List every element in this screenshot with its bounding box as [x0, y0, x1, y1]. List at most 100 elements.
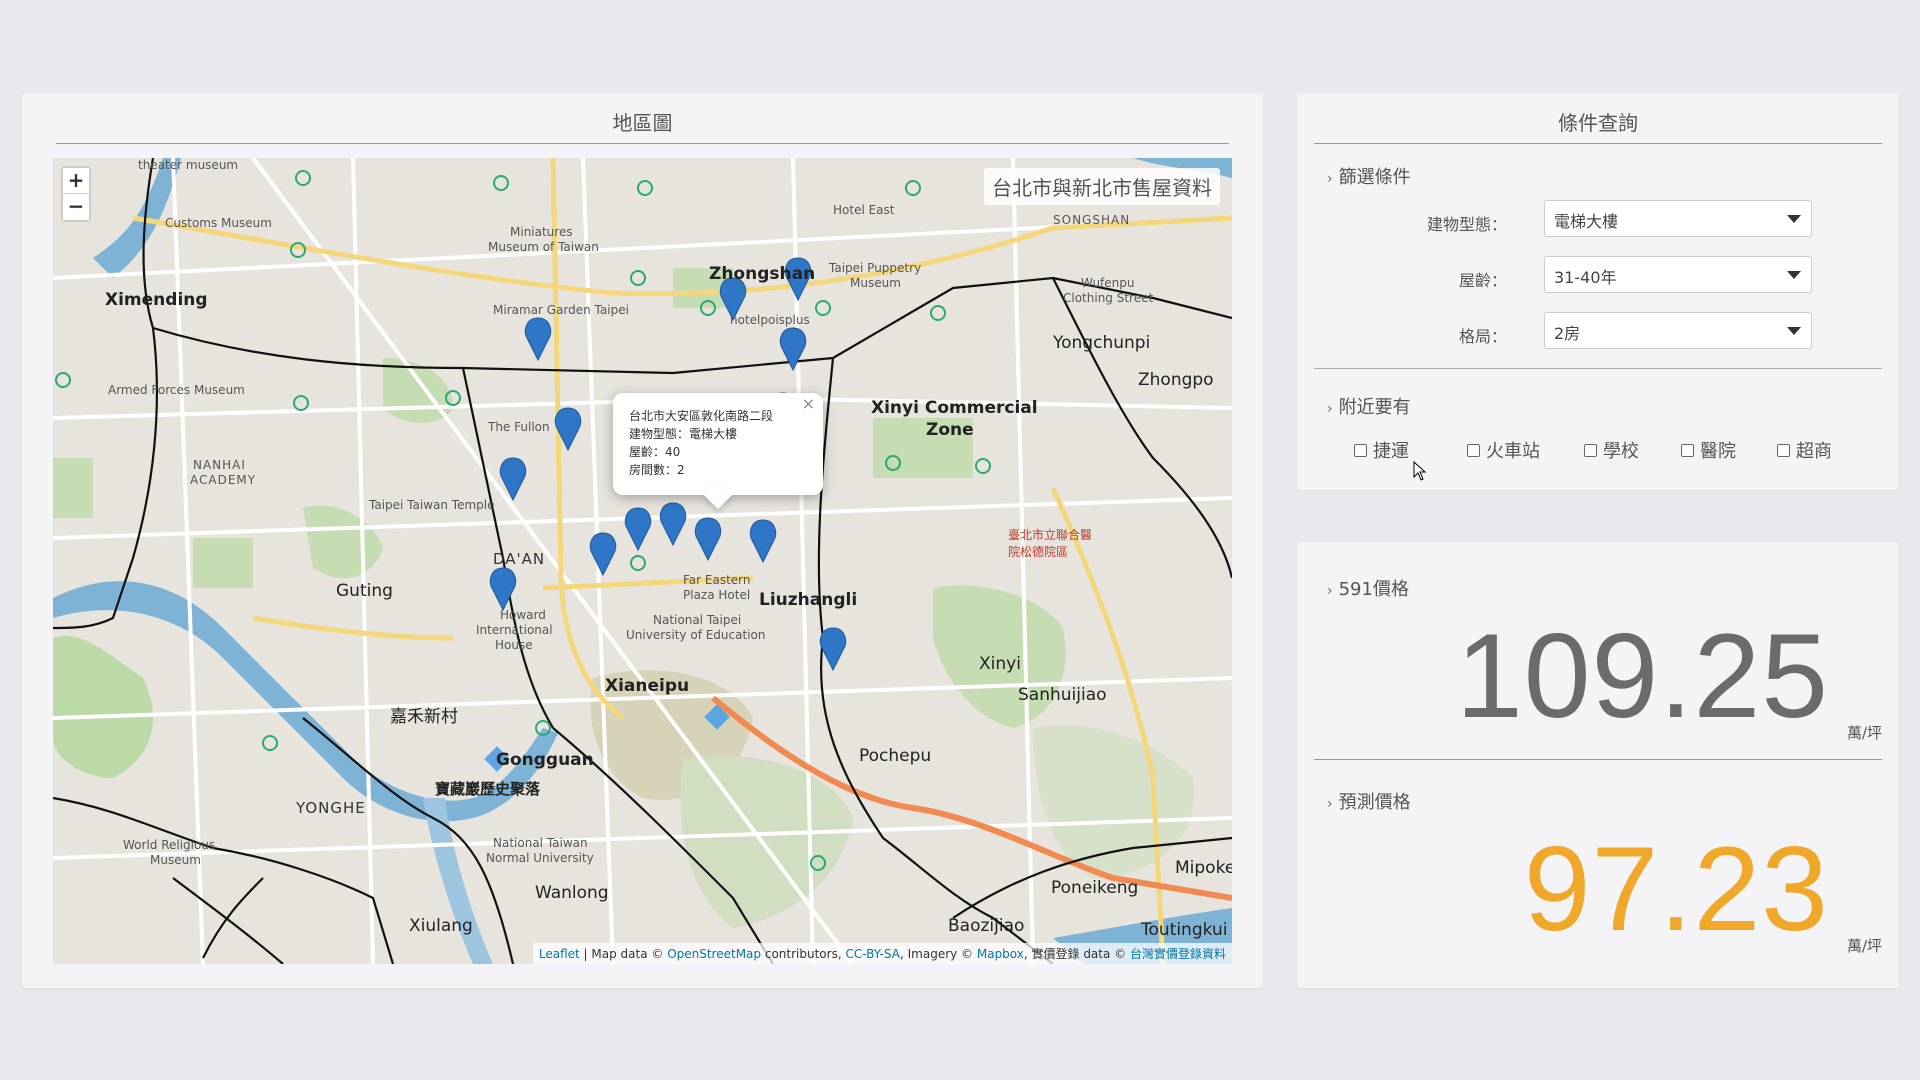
map-panel-title: 地區圖 [612, 111, 673, 135]
map-label-taipei-temple: Taipei Taiwan Temple [369, 498, 495, 512]
popup-address: 台北市大安區敦化南路二段 [629, 409, 774, 423]
map-label-xiulang: Xiulang [409, 916, 473, 936]
popup-close-button[interactable]: × [802, 395, 815, 413]
checkbox-school[interactable]: 學校 [1584, 437, 1639, 463]
checkbox-school-label: 學校 [1603, 441, 1639, 462]
map-label-baozijiao: Baozijiao [948, 916, 1025, 936]
attribution-text3: , Imagery © [899, 947, 977, 961]
chevron-right-icon: › [1327, 401, 1333, 417]
checkbox-box[interactable] [1354, 444, 1367, 457]
source-link[interactable]: 台灣實價登錄資料 [1130, 947, 1226, 961]
nearby-section-label: 附近要有 [1338, 397, 1411, 418]
checkbox-convenience-store[interactable]: 超商 [1777, 437, 1832, 463]
zoom-in-button[interactable]: + [63, 168, 89, 194]
map-label-hotelpoisplus: hotelpoisplus [730, 313, 810, 327]
checkbox-hospital-label: 醫院 [1700, 441, 1736, 462]
dropdown-caret-icon [1787, 215, 1801, 223]
price591-label: 591價格 [1338, 579, 1409, 600]
house-age-select[interactable]: 31-40年 [1544, 256, 1812, 293]
map-label-ntue1: National Taipei [653, 613, 742, 627]
predict-value: 97.23 [1523, 822, 1829, 956]
map-label-academy: ACADEMY [190, 473, 257, 487]
query-panel: 條件查詢 › 篩選條件 建物型態： 電梯大樓 屋齡： 31-40年 格局： 2房 … [1297, 93, 1899, 490]
nearby-section-head[interactable]: › 附近要有 [1327, 393, 1411, 419]
map-label-miniatures: Miniatures [510, 225, 573, 239]
map-label-wufenpu: Wufenpu [1081, 276, 1135, 290]
popup-type: 建物型態：電梯大樓 [629, 427, 738, 441]
house-age-label: 屋齡： [1458, 271, 1507, 290]
map-label-theater: theater museum [138, 158, 239, 172]
building-type-select[interactable]: 電梯大樓 [1544, 200, 1812, 237]
chevron-right-icon: › [1327, 583, 1333, 599]
leaflet-link[interactable]: Leaflet [539, 947, 580, 961]
osm-link[interactable]: OpenStreetMap [667, 947, 761, 961]
map-label-nanhai: NANHAI [193, 458, 246, 472]
map-label-fareastern: Far Eastern [683, 573, 751, 587]
checkbox-store-label: 超商 [1796, 441, 1832, 462]
map-view[interactable]: theater museum Customs Museum Ximending … [53, 158, 1232, 964]
map-panel: 地區圖 theater museum Customs Museum Ximend… [22, 93, 1263, 988]
checkbox-train-station[interactable]: 火車站 [1467, 437, 1540, 463]
filter-section-head[interactable]: › 篩選條件 [1327, 163, 1411, 189]
building-type-label: 建物型態： [1426, 215, 1507, 234]
dropdown-caret-icon [1787, 271, 1801, 279]
map-label-xinyi-commercial: Xinyi Commercial [871, 398, 1038, 418]
checkbox-train-label: 火車站 [1486, 441, 1540, 462]
checkbox-box[interactable] [1584, 444, 1597, 457]
checkbox-mrt[interactable]: 捷運 [1354, 437, 1427, 481]
map-label-howard2: International [476, 623, 553, 637]
map-basemap [53, 158, 1232, 964]
listing-popup: × 台北市大安區敦化南路二段 建物型態：電梯大樓 屋齡：40 房間數：2 [613, 393, 823, 510]
map-label-mipoken: Mipoken [1175, 858, 1232, 878]
checkbox-box[interactable] [1777, 444, 1790, 457]
map-label-guting: Guting [336, 581, 393, 601]
map-label-gongguan: Gongguan [496, 750, 594, 770]
map-label-poneikeng: Poneikeng [1051, 878, 1139, 898]
map-label-ximending: Ximending [105, 290, 208, 310]
map-label-wanlong: Wanlong [535, 883, 609, 903]
map-panel-divider [56, 143, 1229, 144]
layout-select[interactable]: 2房 [1544, 312, 1812, 349]
chevron-right-icon: › [1327, 796, 1333, 812]
map-label-daan: DA'AN [493, 550, 546, 568]
map-label-ntnu1: National Taiwan [493, 836, 588, 850]
checkbox-box[interactable] [1681, 444, 1694, 457]
map-label-yonghe: YONGHE [296, 799, 366, 817]
map-label-ntue2: University of Education [626, 628, 766, 642]
map-label-world-religious: World Religious [123, 838, 216, 852]
map-label-howard3: House [495, 638, 533, 652]
map-label-puppetry-museum: Museum [850, 276, 901, 290]
price591-head: › 591價格 [1327, 575, 1409, 601]
mapbox-link[interactable]: Mapbox [977, 947, 1024, 961]
checkbox-hospital[interactable]: 醫院 [1681, 437, 1736, 463]
layout-value: 2房 [1554, 324, 1581, 343]
map-label-pochepu: Pochepu [859, 746, 932, 766]
zoom-out-button[interactable]: − [63, 194, 89, 220]
map-label-armed-forces: Armed Forces Museum [108, 383, 245, 397]
ccbysa-link[interactable]: CC-BY-SA [845, 947, 900, 961]
map-label-songshan: SONGSHAN [1053, 213, 1131, 227]
map-label-xinyi: Xinyi [979, 654, 1021, 674]
dropdown-caret-icon [1787, 327, 1801, 335]
map-label-zhongpo: Zhongpo [1138, 370, 1214, 390]
mouse-cursor-icon [1413, 461, 1427, 481]
popup-age: 屋齡：40 [629, 445, 681, 459]
map-label-fullon: The Fullon [488, 420, 550, 434]
map-label-yongchunpi: Yongchunpi [1053, 333, 1151, 353]
filter-section-label: 篩選條件 [1338, 167, 1411, 188]
map-label-xianeipu: Xianeipu [605, 676, 690, 696]
map-overlay-title: 台北市與新北市售屋資料 [984, 168, 1220, 205]
map-label-sanhuijiao: Sanhuijiao [1018, 685, 1107, 705]
price-panel-divider [1314, 759, 1882, 760]
map-label-zhongshan: Zhongshan [709, 264, 816, 284]
map-label-hotel-east: Hotel East [833, 203, 895, 217]
price591-unit: 萬/坪 [1846, 724, 1882, 742]
map-label-liuzhangli: Liuzhangli [759, 590, 858, 610]
query-panel-title: 條件查詢 [1558, 111, 1638, 135]
map-label-jiahe: 嘉禾新村 [390, 707, 458, 727]
map-label-hospital: 臺北市立聯合醫院松德院區 [1008, 528, 1093, 559]
attribution-text1: | Map data © [579, 947, 668, 961]
checkbox-box[interactable] [1467, 444, 1480, 457]
price-panel: › 591價格 109.25 萬/坪 › 預測價格 97.23 萬/坪 [1297, 542, 1899, 988]
predict-head: › 預測價格 [1327, 788, 1411, 814]
